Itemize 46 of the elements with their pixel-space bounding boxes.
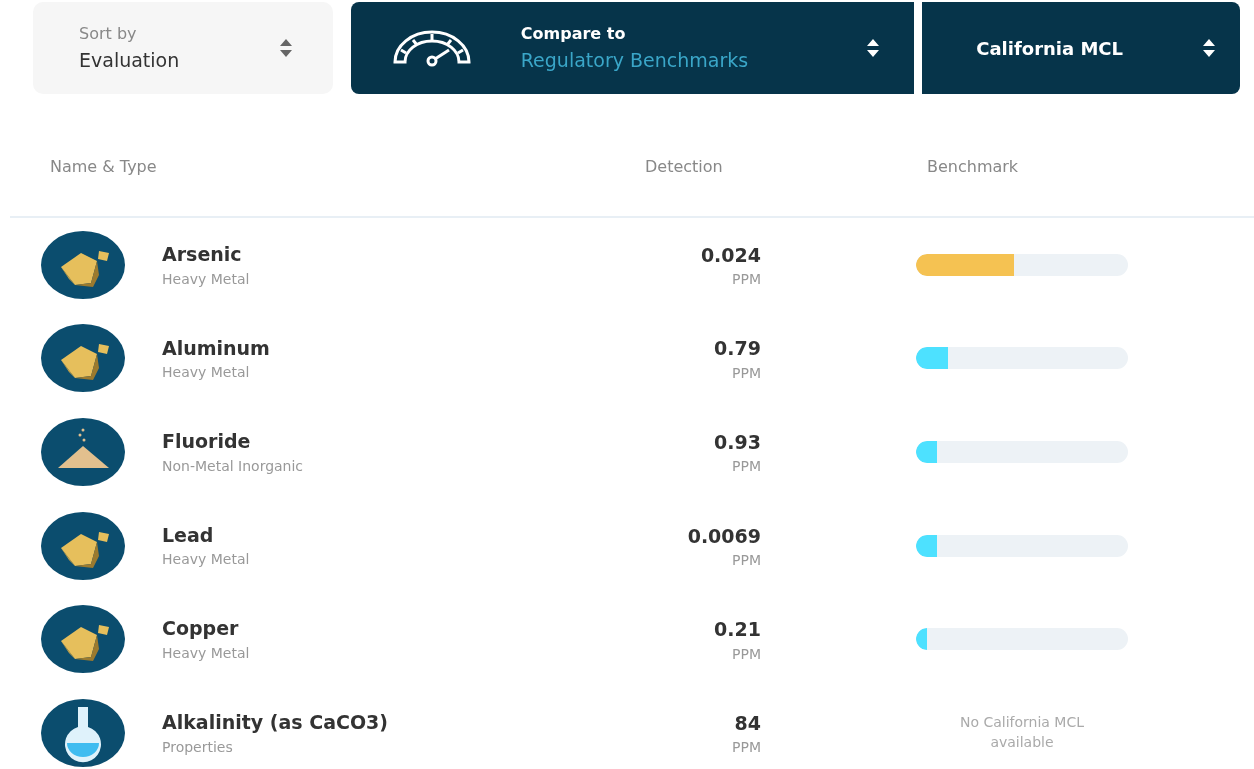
benchmark-value: California MCL xyxy=(976,36,1124,61)
substance-type: Non-Metal Inorganic xyxy=(162,456,304,476)
detection-unit: PPM xyxy=(731,551,761,571)
mineral-icon xyxy=(41,324,125,393)
sort-icon xyxy=(278,37,293,59)
compare-value: Regulatory Benchmarks xyxy=(520,47,750,73)
sort-label: Sort by xyxy=(79,22,138,45)
sort-value: Evaluation xyxy=(79,47,181,73)
substance-name: Lead xyxy=(162,522,215,548)
sort-dropdown[interactable]: Sort by Evaluation xyxy=(33,2,333,94)
detection-value: 0.93 xyxy=(714,430,761,455)
detection-unit: PPM xyxy=(732,738,761,758)
substance-type: Properties xyxy=(162,737,234,757)
detection-unit: PPM xyxy=(731,644,761,664)
substance-type: Heavy Metal xyxy=(162,363,251,383)
column-header: Detection xyxy=(645,157,723,176)
detection-unit: PPM xyxy=(731,363,761,383)
substance-name: Aluminum xyxy=(162,335,270,361)
benchmark-dropdown[interactable]: California MCL xyxy=(922,2,1240,94)
mineral-icon xyxy=(41,230,125,299)
detection-value: 0.21 xyxy=(714,617,761,643)
detection-value: 0.79 xyxy=(714,336,761,362)
column-header: Benchmark xyxy=(927,157,1019,176)
mineral-icon xyxy=(41,605,125,674)
mineral-icon xyxy=(41,511,125,580)
substance-type: Heavy Metal xyxy=(162,643,250,663)
sort-icon xyxy=(866,37,881,59)
substance-name: Copper xyxy=(162,616,240,642)
detection-value: 84 xyxy=(733,710,761,736)
substance-name: Fluoride xyxy=(162,429,252,455)
compare-dropdown[interactable]: Compare to Regulatory Benchmarks xyxy=(350,2,915,94)
compare-label: Compare to xyxy=(520,22,627,45)
flask-icon xyxy=(41,698,125,767)
detection-value: 0.0069 xyxy=(687,523,761,549)
detection-unit: PPM xyxy=(731,270,761,290)
benchmark-note: No California MCL available xyxy=(958,713,1086,752)
substance-name: Arsenic xyxy=(162,242,243,268)
substance-type: Heavy Metal xyxy=(162,269,250,289)
powder-pile-icon xyxy=(41,418,125,486)
detection-value: 0.024 xyxy=(700,242,761,268)
sort-icon xyxy=(1202,37,1216,59)
gauge-icon xyxy=(390,28,473,68)
detection-unit: PPM xyxy=(731,457,761,477)
substance-type: Heavy Metal xyxy=(162,550,250,570)
substance-name: Alkalinity (as CaCO3) xyxy=(162,710,388,735)
column-header: Name & Type xyxy=(50,157,157,176)
